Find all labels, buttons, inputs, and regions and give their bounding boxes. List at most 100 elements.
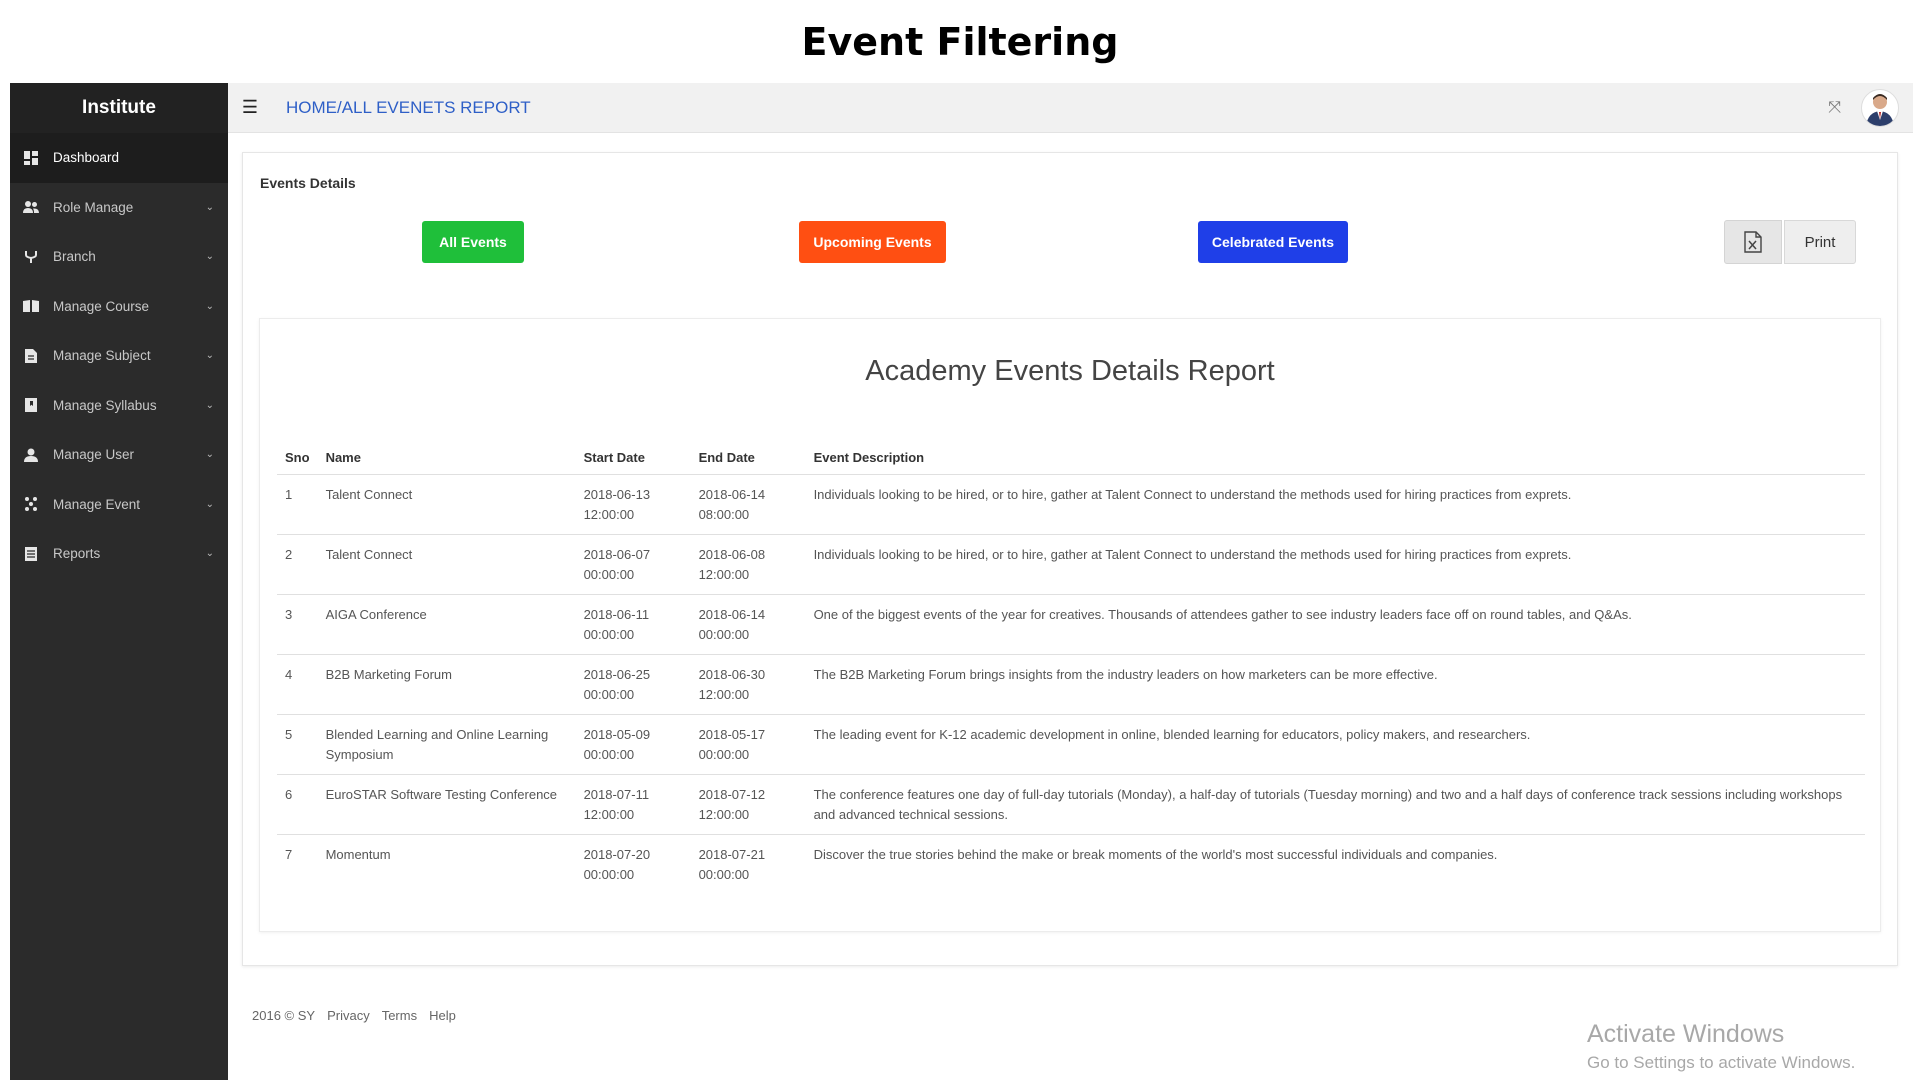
cell-sno: 1 xyxy=(277,474,318,535)
sidebar-item-manage-syllabus[interactable]: Manage Syllabus ⌄ xyxy=(10,381,228,431)
cell-start-date: 2018-07-20 xyxy=(583,847,651,862)
expand-icon[interactable]: ⤧ xyxy=(1828,99,1841,117)
cell-start-date: 2018-07-11 xyxy=(583,787,650,802)
cell-end-date: 2018-06-14 xyxy=(698,607,766,622)
cell-description: Individuals looking to be hired, or to h… xyxy=(805,474,1865,535)
cell-sno: 2 xyxy=(285,547,293,562)
brand-logo: Institute xyxy=(10,83,228,133)
celebrated-events-button[interactable]: Celebrated Events xyxy=(1198,221,1348,263)
sidebar: Institute Dashboard Role Manage ⌄ Branch ⌄ Ma… xyxy=(10,83,228,1080)
cell-sno: 3 xyxy=(285,607,293,622)
sidebar-item-label: Manage Course xyxy=(53,298,150,314)
user-avatar-icon xyxy=(1866,93,1894,126)
activate-windows-watermark: Activate Windows Go to Settings to activ… xyxy=(1587,1020,1855,1073)
cell-sno: 5 xyxy=(285,727,293,742)
table-body: 1 Talent Connect 2018-06-13 12:00:00 2018-06… xyxy=(277,474,1865,895)
cell-end: 2018-06-14 08:00:00 xyxy=(690,474,806,535)
table-row: 7 Momentum 2018-07-20 00:00:00 2018-07-21 00:… xyxy=(277,835,1865,895)
chevron-down-icon: ⌄ xyxy=(205,548,214,560)
sidebar-item-branch[interactable]: Branch ⌄ xyxy=(10,232,228,282)
cell-sno: 4 xyxy=(285,667,293,682)
cell-end-date: 2018-06-14 xyxy=(698,487,766,502)
sidebar-item-dashboard[interactable]: Dashboard xyxy=(10,133,228,183)
cell-name: Blended Learning and Online Learning Sym… xyxy=(325,727,549,762)
all-events-button[interactable]: All Events xyxy=(422,221,524,263)
cell-end-date: 2018-07-21 xyxy=(698,847,766,862)
cell-name: EuroSTAR Software Testing Conference xyxy=(325,787,558,802)
watermark-subtitle: Go to Settings to activate Windows. xyxy=(1587,1053,1856,1072)
document-icon xyxy=(23,348,39,364)
cell-end-time: 08:00:00 xyxy=(698,507,750,522)
sidebar-item-label: Manage Subject xyxy=(53,348,151,364)
footer-link-privacy[interactable]: Privacy xyxy=(327,1008,370,1023)
cell-start-time: 00:00:00 xyxy=(583,747,635,762)
footer-link-help[interactable]: Help xyxy=(429,1008,456,1023)
cell-end: 2018-06-08 12:00:00 xyxy=(690,534,806,595)
cell-end-date: 2018-06-30 xyxy=(698,667,766,682)
cell-description: The B2B Marketing Forum brings insights … xyxy=(805,654,1865,715)
column-header-end-date: End Date xyxy=(690,443,806,475)
chevron-down-icon: ⌄ xyxy=(205,498,214,510)
cell-description: One of the biggest events of the year fo… xyxy=(813,607,1632,622)
table-row: 5 Blended Learning and Online Learning Sy… xyxy=(277,714,1865,775)
cell-end: 2018-07-21 00:00:00 xyxy=(691,835,806,895)
cell-name: Blended Learning and Online Learning Sym… xyxy=(317,714,576,775)
cell-name: Momentum xyxy=(318,835,576,895)
chevron-down-icon: ⌄ xyxy=(205,300,214,312)
cell-sno: 7 xyxy=(285,847,293,862)
list-icon xyxy=(23,546,39,562)
cell-end: 2018-07-12 12:00:00 xyxy=(690,774,806,835)
breadcrumb[interactable]: HOME/ALL EVENETS REPORT xyxy=(286,98,531,118)
sidebar-item-manage-event[interactable]: Manage Event ⌄ xyxy=(10,480,228,530)
report-title: Academy Events Details Report xyxy=(865,355,1275,387)
chevron-down-icon: ⌄ xyxy=(205,449,214,461)
sidebar-item-label: Branch xyxy=(53,249,96,265)
excel-export-button[interactable] xyxy=(1724,220,1782,264)
footer-link-terms[interactable]: Terms xyxy=(382,1008,417,1023)
user-icon xyxy=(23,447,39,463)
sidebar-item-manage-subject[interactable]: Manage Subject ⌄ xyxy=(10,331,228,381)
chevron-down-icon: ⌄ xyxy=(205,201,214,213)
print-button[interactable]: Print xyxy=(1784,220,1856,264)
cell-end-time: 00:00:00 xyxy=(698,747,750,762)
table-row: 2 Talent Connect 2018-06-07 00:00:00 2018-06… xyxy=(277,534,1865,595)
hamburger-icon[interactable]: ☰ xyxy=(228,83,272,133)
cell-sno: 2 xyxy=(277,534,318,595)
cell-start: 2018-07-11 12:00:00 xyxy=(575,774,691,835)
cell-name: Talent Connect xyxy=(325,547,413,562)
cell-description: Discover the true stories behind the mak… xyxy=(806,835,1865,895)
users-icon xyxy=(23,199,39,215)
cell-start-date: 2018-05-09 xyxy=(583,727,651,742)
sidebar-menu: Dashboard Role Manage ⌄ Branch ⌄ Manage Cours… xyxy=(10,133,228,579)
app-window: Institute Dashboard Role Manage ⌄ Branch ⌄ Ma… xyxy=(10,83,1913,1080)
cell-name: AIGA Conference xyxy=(325,607,427,622)
sidebar-item-reports[interactable]: Reports ⌄ xyxy=(10,529,228,579)
cell-name: Talent Connect xyxy=(317,534,576,595)
cell-end-time: 00:00:00 xyxy=(698,867,750,882)
events-table: Sno Name Start Date End Date Event Descr… xyxy=(277,443,1865,894)
cell-start-time: 12:00:00 xyxy=(583,507,635,522)
sidebar-item-label: Manage Syllabus xyxy=(53,397,157,413)
cell-start: 2018-06-25 00:00:00 xyxy=(575,654,691,715)
sidebar-item-label: Dashboard xyxy=(53,150,120,166)
upcoming-events-button[interactable]: Upcoming Events xyxy=(799,221,946,263)
cell-start-date: 2018-06-13 xyxy=(583,487,651,502)
sidebar-item-role-manage[interactable]: Role Manage ⌄ xyxy=(10,183,228,233)
cell-start-time: 00:00:00 xyxy=(583,567,635,582)
sidebar-item-manage-user[interactable]: Manage User ⌄ xyxy=(10,430,228,480)
cell-start-time: 00:00:00 xyxy=(583,627,635,642)
avatar[interactable] xyxy=(1861,88,1899,127)
cell-start: 2018-05-09 00:00:00 xyxy=(575,714,691,775)
cell-end: 2018-06-30 12:00:00 xyxy=(690,654,806,715)
cell-sno: 5 xyxy=(277,714,318,775)
sidebar-item-manage-course[interactable]: Manage Course ⌄ xyxy=(10,282,228,332)
cell-end-time: 12:00:00 xyxy=(698,807,750,822)
cell-description: The leading event for K-12 academic deve… xyxy=(813,727,1531,742)
cell-description: Individuals looking to be hired, or to h… xyxy=(813,487,1572,502)
chevron-down-icon: ⌄ xyxy=(205,251,214,263)
cell-end-date: 2018-06-08 xyxy=(698,547,766,562)
branch-icon xyxy=(23,249,39,265)
cell-name: EuroSTAR Software Testing Conference xyxy=(317,774,576,835)
cell-start-date: 2018-06-11 xyxy=(583,607,650,622)
cell-description: The conference features one day of full-… xyxy=(813,787,1843,822)
